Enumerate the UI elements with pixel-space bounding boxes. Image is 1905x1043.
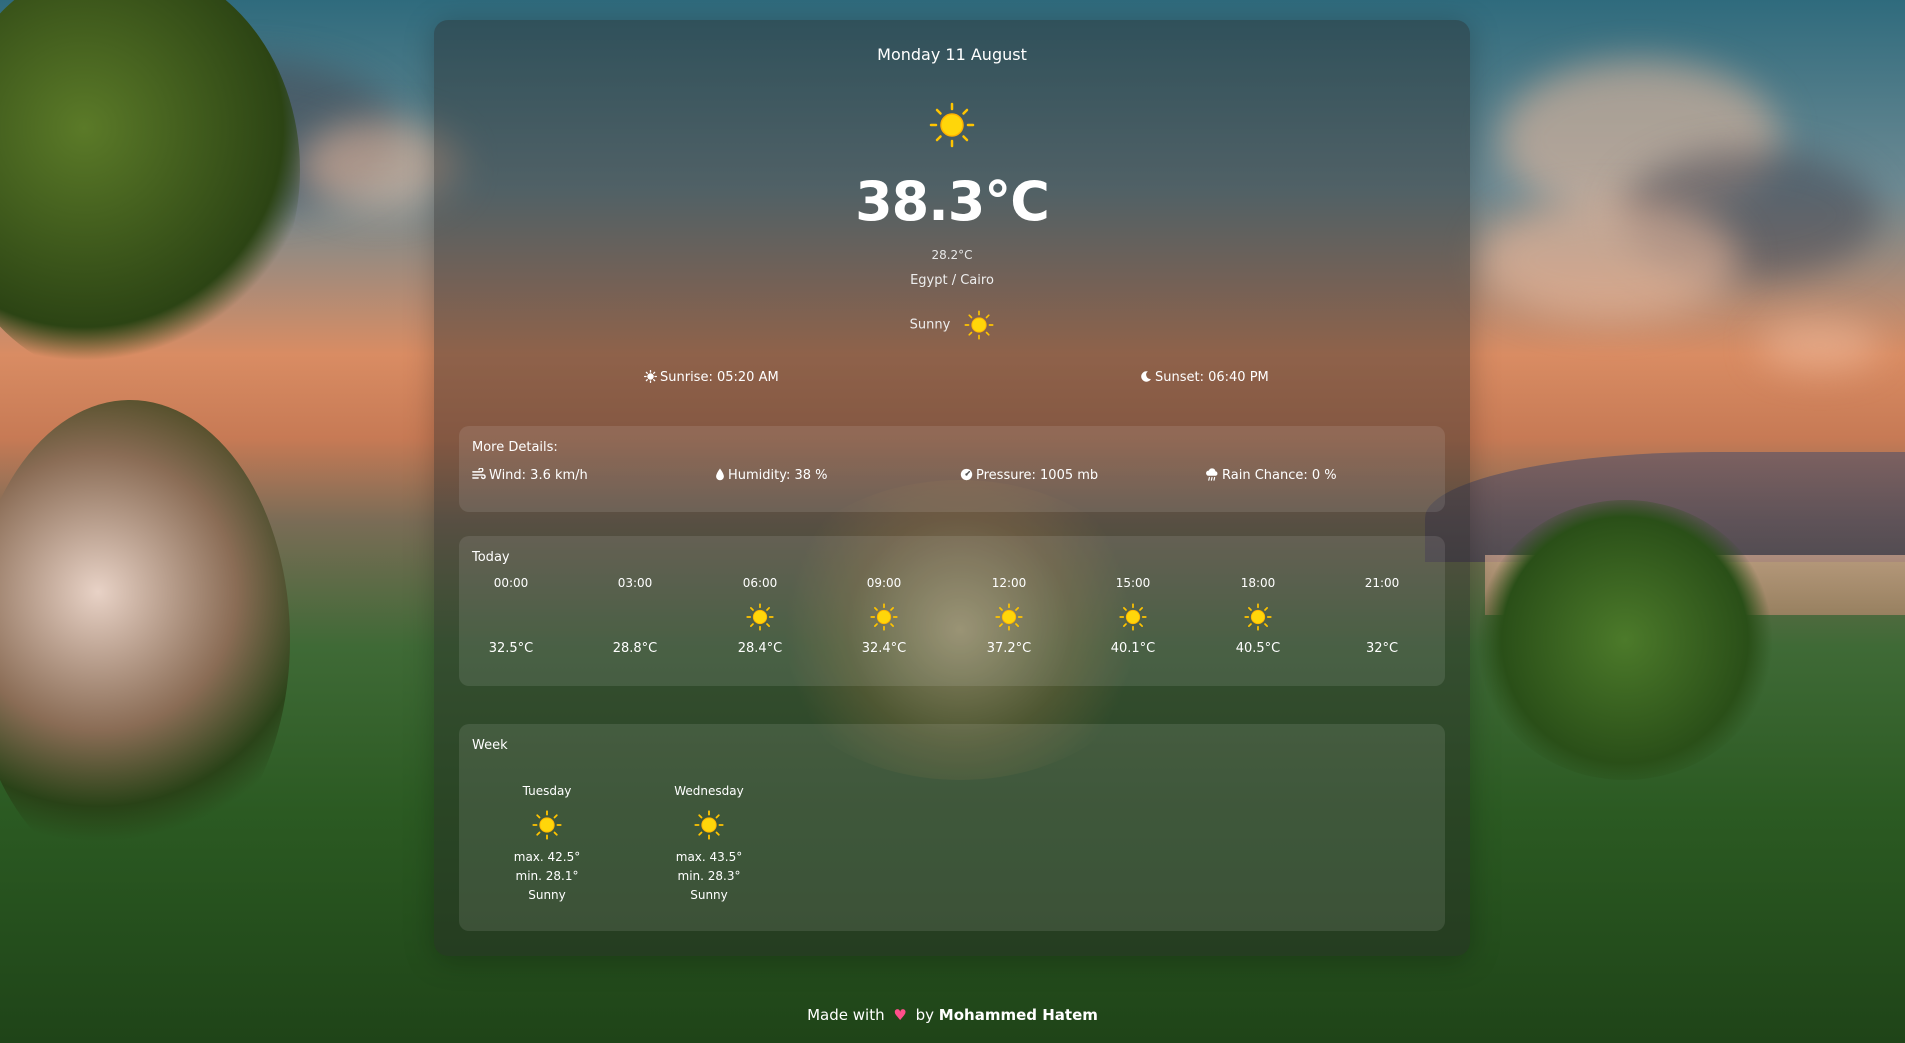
more-details-panel: More Details: Wind: 3.6 km/h Humidity: 3…: [459, 426, 1445, 512]
hour-temperature: 32.5°C: [488, 641, 534, 656]
footer-author: Mohammed Hatem: [938, 1006, 1098, 1024]
sunset-text: Sunset: 06:40 PM: [1155, 370, 1269, 385]
hour-forecast-item: 18:00 40.5°C: [1218, 576, 1298, 656]
sun-icon: [532, 810, 562, 840]
gauge-icon: [960, 468, 973, 481]
sun-icon: [929, 102, 975, 148]
rain-chance-text: Rain Chance: 0 %: [1222, 468, 1337, 483]
pressure-text: Pressure: 1005 mb: [976, 468, 1099, 483]
day-name: Wednesday: [674, 784, 744, 798]
heart-icon: ♥: [893, 1006, 907, 1024]
hour-temperature: 28.8°C: [612, 641, 658, 656]
cloud-rain-icon: [1206, 468, 1218, 481]
hour-forecast-item: 21:00 32°C: [1342, 576, 1422, 656]
hour-time: 12:00: [991, 576, 1027, 590]
hour-forecast-item: 12:00 37.2°C: [969, 576, 1049, 656]
day-name: Tuesday: [522, 784, 572, 798]
day-max-temp: max. 42.5°: [513, 850, 581, 864]
feels-like-temperature: 28.2°C: [931, 248, 973, 262]
hour-forecast-item: 06:00 28.4°C: [720, 576, 800, 656]
hour-time: 09:00: [866, 576, 902, 590]
humidity-detail: Humidity: 38 %: [715, 468, 828, 483]
tree-foliage: [0, 0, 300, 380]
moon-icon: [1141, 371, 1152, 382]
today-title: Today: [472, 550, 510, 565]
sunset: Sunset: 06:40 PM: [1140, 370, 1269, 385]
hour-temperature: 28.4°C: [737, 641, 783, 656]
sun-icon: [964, 310, 994, 340]
footer: Made with ♥ by Mohammed Hatem: [0, 1006, 1905, 1024]
hour-temperature: 40.5°C: [1235, 641, 1281, 656]
droplet-icon: [716, 468, 724, 481]
sunrise-text: Sunrise: 05:20 AM: [660, 370, 779, 385]
current-temperature: 38.3°C: [855, 170, 1050, 233]
sun-icon: [995, 603, 1023, 631]
sun-icon: [746, 603, 774, 631]
hour-temperature: 32.4°C: [861, 641, 907, 656]
condition-text: Sunny: [909, 317, 951, 333]
sun-icon: [1244, 603, 1272, 631]
hour-temperature: 32°C: [1365, 641, 1399, 656]
blossom-branch: [0, 400, 290, 880]
details-title: More Details:: [472, 440, 558, 455]
rain-detail: Rain Chance: 0 %: [1205, 468, 1337, 483]
moon-icon: [630, 610, 637, 624]
current-date: Monday 11 August: [877, 45, 1027, 64]
day-max-temp: max. 43.5°: [675, 850, 743, 864]
hour-time: 00:00: [493, 576, 529, 590]
day-min-temp: min. 28.1°: [515, 869, 579, 883]
sunrise-icon: [644, 370, 657, 383]
footer-made-with: Made with: [807, 1006, 885, 1024]
humidity-text: Humidity: 38 %: [728, 468, 828, 483]
hour-time: 21:00: [1364, 576, 1400, 590]
sun-icon: [870, 603, 898, 631]
wind-text: Wind: 3.6 km/h: [489, 468, 588, 483]
hour-forecast-item: 03:00 28.8°C: [595, 576, 675, 656]
tree-right: [1475, 500, 1775, 780]
condition: Sunny: [434, 310, 1470, 340]
hour-temperature: 40.1°C: [1110, 641, 1156, 656]
day-forecast-item: Tuesday max. 42.5° min. 28.1° Sunny: [492, 784, 602, 905]
pressure-detail: Pressure: 1005 mb: [960, 468, 1098, 483]
hour-temperature: 37.2°C: [986, 641, 1032, 656]
footer-by: by: [915, 1006, 935, 1024]
sun-icon: [1119, 603, 1147, 631]
wind-icon: [472, 467, 486, 480]
day-condition: Sunny: [528, 888, 566, 902]
location: Egypt / Cairo: [910, 273, 994, 288]
day-min-temp: min. 28.3°: [677, 869, 741, 883]
hour-time: 15:00: [1115, 576, 1151, 590]
wind-detail: Wind: 3.6 km/h: [472, 467, 588, 483]
hour-forecast-item: 15:00 40.1°C: [1093, 576, 1173, 656]
today-forecast-panel: Today 00:00 32.5°C 03:00 28.8°C 06:00 28.4°C 0…: [459, 536, 1445, 686]
moon-icon: [1377, 610, 1384, 624]
week-forecast-panel: Week Tuesday max. 42.5° min. 28.1° Sunny Wed…: [459, 724, 1445, 931]
weather-card: Monday 11 August 38.3°C 28.2°C Egypt / C…: [434, 20, 1470, 956]
hour-time: 06:00: [742, 576, 778, 590]
week-title: Week: [472, 738, 508, 753]
day-forecast-item: Wednesday max. 43.5° min. 28.3° Sunny: [654, 784, 764, 905]
hour-forecast-item: 00:00 32.5°C: [471, 576, 551, 656]
hour-forecast-item: 09:00 32.4°C: [844, 576, 924, 656]
sunrise: Sunrise: 05:20 AM: [644, 370, 779, 385]
moon-icon: [506, 610, 513, 624]
sun-icon: [694, 810, 724, 840]
day-condition: Sunny: [690, 888, 728, 902]
hour-time: 03:00: [617, 576, 653, 590]
hour-time: 18:00: [1240, 576, 1276, 590]
